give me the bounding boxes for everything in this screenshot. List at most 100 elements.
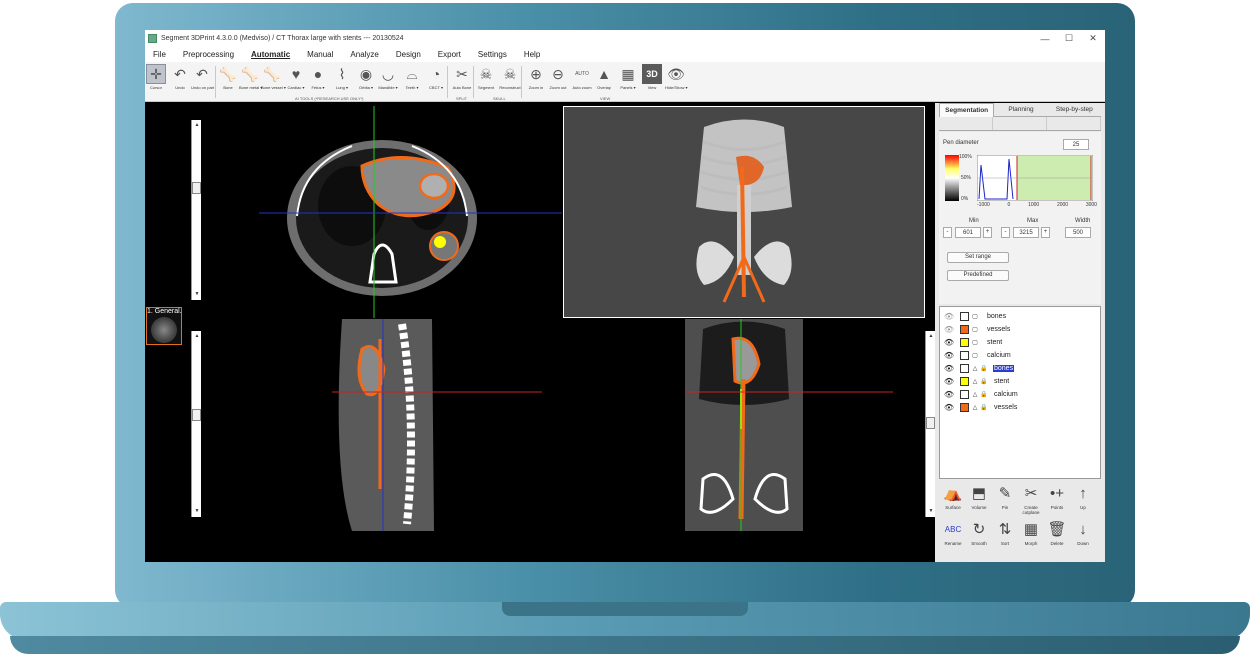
menu-preprocessing[interactable]: Preprocessing (175, 50, 243, 59)
close-button[interactable]: ✕ (1081, 33, 1105, 44)
predefined-button[interactable]: Predefined (947, 270, 1009, 281)
bone-tool-button[interactable]: 🦴 Bone (217, 64, 239, 91)
slider-knob[interactable] (926, 417, 935, 429)
menu-automatic[interactable]: Automatic (243, 50, 299, 59)
image-stack-thumbnail[interactable]: 1. General. (146, 307, 182, 345)
eye-icon[interactable]: 👁 (942, 403, 956, 412)
overlay-tool-button[interactable]: ▲ Overlay (593, 64, 615, 90)
slider-down-arrow-icon[interactable]: ▼ (927, 507, 935, 515)
eye-icon[interactable]: 👁 (942, 390, 956, 399)
sort-button[interactable]: ⇅ Sort (991, 519, 1019, 546)
bone-metal-tool-button[interactable]: 🦴 Bone metal ▾ (239, 64, 262, 91)
points-button[interactable]: •+ Points (1043, 483, 1071, 510)
slider-down-arrow-icon[interactable]: ▼ (193, 507, 201, 515)
surface-button[interactable]: ⛺ Surface (939, 483, 967, 510)
bone-vessel-tool-button[interactable]: 🦴 Bone vessel ▾ (261, 64, 286, 91)
morph-button[interactable]: ▦ Morph (1017, 519, 1045, 546)
rename-button[interactable]: ABC Rename (939, 519, 967, 546)
menu-export[interactable]: Export (430, 50, 470, 59)
set-range-button[interactable]: Set range (947, 252, 1009, 263)
eye-icon[interactable]: 👁 (942, 351, 956, 360)
undo-tool-button[interactable]: ↶ Undo (169, 64, 191, 91)
maximize-button[interactable]: ☐ (1057, 33, 1081, 44)
color-swatch[interactable] (960, 376, 969, 386)
eye-hidden-icon[interactable]: 👁 (942, 325, 956, 334)
3d-viewport[interactable] (563, 106, 925, 318)
eye-icon[interactable]: 👁 (942, 338, 956, 347)
slice-slider-bottom[interactable]: ▲ ▼ (191, 331, 201, 517)
cbct-tool-button[interactable]: ◔ CBCT ▾ (425, 64, 447, 90)
smooth-button[interactable]: ↻ Smooth (965, 519, 993, 546)
object-list[interactable]: 👁 ▢ bones 👁 ▢ vessels 👁 ▢ stent 👁 ▢ calcium 👁 △ 🔒 bones… (939, 306, 1101, 479)
panels-tool-button[interactable]: ▦ Panels ▾ (617, 64, 639, 91)
pen-diameter-input[interactable]: 25 (1063, 139, 1089, 150)
slider-knob[interactable] (192, 182, 201, 194)
object-row-bones[interactable]: 👁 ▢ bones (942, 310, 1007, 322)
tab-planning[interactable]: Planning (994, 103, 1048, 117)
zoom-out-tool-button[interactable]: ⊖ Zoom out (547, 64, 569, 91)
coronal-viewport[interactable] (563, 319, 925, 531)
menu-manual[interactable]: Manual (299, 50, 342, 59)
max-increase-button[interactable]: + (1041, 227, 1050, 238)
color-swatch[interactable] (960, 389, 969, 399)
min-input[interactable]: 601 (955, 227, 981, 238)
volume-button[interactable]: ⬒ Volume (965, 483, 993, 510)
object-row-vessels[interactable]: 👁 ▢ vessels (942, 323, 1011, 335)
color-swatch[interactable] (960, 337, 969, 347)
zoom-in-tool-button[interactable]: ⊕ Zoom in (525, 64, 547, 91)
cursor-tool-button[interactable]: ✛ Cursor (145, 64, 167, 90)
color-swatch[interactable] (960, 311, 969, 321)
view-tool-button[interactable]: 3D View (641, 64, 663, 90)
slice-slider-right[interactable]: ▲ ▼ (925, 331, 935, 517)
tab-segmentation[interactable]: Segmentation (939, 103, 995, 117)
min-decrease-button[interactable]: - (943, 227, 952, 238)
lock-icon[interactable]: 🔒 (980, 365, 987, 372)
undo-on-part-tool-button[interactable]: ↶ Undo on part (191, 64, 214, 91)
slider-up-arrow-icon[interactable]: ▲ (193, 332, 201, 340)
slider-up-arrow-icon[interactable]: ▲ (193, 121, 201, 129)
auto-bone-split-tool-button[interactable]: ✂ Auto Bone (451, 64, 473, 91)
eye-icon[interactable]: 👁 (942, 377, 956, 386)
hide-show-tool-button[interactable]: 👁 Hide/Show ▾ (665, 64, 687, 91)
menu-analyze[interactable]: Analyze (342, 50, 387, 59)
axial-viewport[interactable] (202, 106, 562, 318)
slider-knob[interactable] (192, 409, 201, 421)
orbita-tool-button[interactable]: ◉ Orbita ▾ (355, 64, 377, 91)
menu-settings[interactable]: Settings (470, 50, 516, 59)
object-row-bones[interactable]: 👁 △ 🔒 bones (942, 362, 1015, 374)
object-row-calcium[interactable]: 👁 ▢ calcium (942, 349, 1012, 361)
reconstruct-tool-button[interactable]: ☠ Reconstruct (499, 64, 521, 91)
slider-down-arrow-icon[interactable]: ▼ (193, 290, 201, 298)
menu-help[interactable]: Help (516, 50, 549, 59)
cardiac-tool-button[interactable]: ♥ Cardiac ▾ (285, 64, 307, 90)
menu-design[interactable]: Design (388, 50, 430, 59)
minimize-button[interactable]: — (1033, 34, 1057, 44)
pin-button[interactable]: ✎ Pin (991, 483, 1019, 510)
lock-icon[interactable]: 🔒 (980, 378, 987, 385)
tab-step-by-step[interactable]: Step-by-step (1047, 103, 1101, 117)
object-row-stent[interactable]: 👁 △ 🔒 stent (942, 375, 1010, 387)
sagittal-viewport[interactable] (202, 319, 562, 531)
eye-icon[interactable]: 👁 (942, 364, 956, 373)
object-row-vessels[interactable]: 👁 △ 🔒 vessels (942, 401, 1018, 413)
min-increase-button[interactable]: + (983, 227, 992, 238)
fetus-tool-button[interactable]: ● Fetus ▾ (307, 64, 329, 90)
eye-hidden-icon[interactable]: 👁 (942, 312, 956, 321)
menu-file[interactable]: File (145, 50, 175, 59)
slice-slider-top[interactable]: ▲ ▼ (191, 120, 201, 300)
object-row-calcium[interactable]: 👁 △ 🔒 calcium (942, 388, 1019, 400)
create-cutplane-button[interactable]: ✂ Create cutplane (1017, 483, 1045, 515)
teeth-tool-button[interactable]: ⌓ Teeth ▾ (401, 64, 423, 91)
max-input[interactable]: 3215 (1013, 227, 1039, 238)
lung-tool-button[interactable]: ⌇ Lung ▾ (331, 64, 353, 91)
color-swatch[interactable] (960, 402, 969, 412)
lock-icon[interactable]: 🔒 (980, 404, 987, 411)
width-input[interactable]: 500 (1065, 227, 1091, 238)
segment-tool-button[interactable]: ☠ Segment (475, 64, 497, 91)
color-swatch[interactable] (960, 324, 969, 334)
up-button[interactable]: ↑ Up (1069, 483, 1097, 510)
delete-button[interactable]: 🗑 Delete (1043, 519, 1071, 546)
max-decrease-button[interactable]: - (1001, 227, 1010, 238)
color-swatch[interactable] (960, 350, 969, 360)
color-swatch[interactable] (960, 363, 969, 373)
